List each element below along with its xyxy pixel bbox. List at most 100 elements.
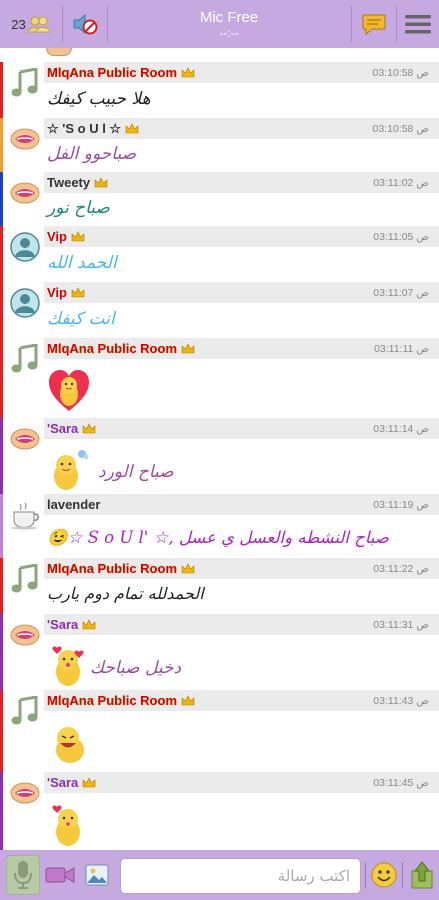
crown-icon: [82, 777, 96, 788]
message-row[interactable]: MlqAna Public Room 03:11:11 ص: [0, 338, 439, 418]
online-users-button[interactable]: 23: [0, 0, 62, 48]
video-camera-button[interactable]: [42, 850, 78, 900]
speaker-muted-icon: [73, 14, 98, 35]
mic-status: Mic Free --:--: [108, 0, 350, 48]
message-input-box[interactable]: [120, 858, 361, 894]
message-time: 03:11:11 ص: [374, 343, 429, 355]
users-icon: [27, 16, 51, 33]
lips-avatar: [10, 128, 40, 150]
crown-icon: [181, 343, 195, 354]
crown-icon: [181, 67, 195, 78]
sender-name[interactable]: ☆ 'S o U l ☆: [47, 121, 139, 136]
message-text: الحمدلله تمام دوم يارب: [47, 584, 204, 603]
microphone-icon: [14, 861, 32, 889]
crown-icon: [82, 619, 96, 630]
message-row[interactable]: MlqAna Public Room 03:11:22 ص الحمدلله ت…: [0, 558, 439, 614]
mic-status-title: Mic Free: [199, 8, 259, 26]
top-bar: 23 Mic Free --:--: [0, 0, 439, 48]
message-list[interactable]: MlqAna Public Room 03:10:58 ص هلا حبيب ك…: [0, 48, 439, 850]
heart-hug-sticker: [49, 370, 89, 411]
sender-name[interactable]: MlqAna Public Room: [47, 341, 195, 356]
message-time: 03:10:58 ص: [372, 123, 430, 135]
lips-avatar: [10, 182, 40, 204]
message-text: صباحوو الفل: [47, 144, 137, 164]
message-row[interactable]: lavender 03:11:19 ص صباح النشطه والعسل ي…: [0, 494, 439, 558]
video-camera-icon: [45, 867, 75, 883]
message-row[interactable]: MlqAna Public Room 03:11:43 ص: [0, 690, 439, 772]
message-row[interactable]: MlqAna Public Room 03:10:58 ص هلا حبيب ك…: [0, 62, 439, 118]
message-time: 03:11:43 ص: [373, 695, 429, 707]
sender-name[interactable]: Vip: [47, 285, 85, 300]
message-input[interactable]: [121, 859, 360, 893]
message-text: الحمد الله: [47, 253, 117, 273]
message-time: 03:11:45 ص: [373, 777, 429, 789]
image-button[interactable]: [80, 850, 114, 900]
lips-avatar: [10, 782, 40, 804]
message-text: هلا حبيب كيفك: [47, 89, 151, 109]
message-text: صباح النشطه والعسل ي عسل ,☆ 'S o U l ☆😉: [47, 528, 389, 547]
message-time: 03:11:22 ص: [373, 563, 429, 575]
sender-name[interactable]: Tweety: [47, 175, 108, 190]
message-time: 03:10:58 ص: [372, 67, 430, 79]
music-note-avatar: [11, 696, 38, 725]
crown-icon: [71, 287, 85, 298]
message-text: صباح نور: [47, 198, 110, 218]
crown-icon: [181, 563, 195, 574]
message-text: انت كيفك: [47, 309, 115, 329]
lips-avatar: [10, 624, 40, 646]
kiss-hearts-sticker: [52, 646, 84, 686]
mic-button[interactable]: [3, 850, 43, 900]
hamburger-menu-icon: [405, 15, 431, 34]
message-row[interactable]: 'Sara 03:11:14 ص صباح الورد: [0, 418, 439, 494]
message-text: صباح الورد: [98, 462, 174, 482]
speaker-mute-button[interactable]: [63, 0, 107, 48]
crown-icon: [181, 695, 195, 706]
emoji-button[interactable]: [368, 850, 400, 900]
sender-name[interactable]: Vip: [47, 229, 85, 244]
crown-icon: [125, 123, 139, 134]
crown-icon: [71, 231, 85, 242]
sender-name[interactable]: 'Sara: [47, 775, 96, 790]
message-time: 03:11:31 ص: [373, 619, 429, 631]
music-note-avatar: [11, 68, 38, 97]
smiley-icon: [371, 862, 397, 888]
message-row[interactable]: 'Sara 03:11:45 ص: [0, 772, 439, 850]
message-time: 03:11:02 ص: [373, 177, 429, 189]
message-time: 03:11:07 ص: [373, 287, 429, 299]
image-icon: [85, 864, 109, 886]
sender-name[interactable]: MlqAna Public Room: [47, 561, 195, 576]
laughing-duck-sticker: [56, 727, 84, 763]
mic-status-timer: --:--: [219, 25, 239, 40]
private-messages-button[interactable]: [352, 0, 396, 48]
message-time: 03:11:19 ص: [373, 499, 429, 511]
previous-message-avatar-edge: [46, 48, 72, 56]
sender-name[interactable]: lavender: [47, 497, 100, 512]
message-row[interactable]: Vip 03:11:07 ص انت كيفك: [0, 282, 439, 338]
message-text: دخيل صباحك: [90, 658, 182, 678]
sender-name[interactable]: MlqAna Public Room: [47, 693, 195, 708]
composer-bar: [0, 850, 439, 900]
blowing-kiss-sticker: [52, 805, 80, 846]
message-time: 03:11:14 ص: [373, 423, 429, 435]
user-count: 23: [11, 16, 26, 32]
crown-icon: [94, 177, 108, 188]
message-row[interactable]: Vip 03:11:05 ص الحمد الله: [0, 226, 439, 282]
music-note-avatar: [11, 344, 38, 373]
menu-button[interactable]: [397, 0, 439, 48]
crown-icon: [82, 423, 96, 434]
message-row[interactable]: ☆ 'S o U l ☆ 03:10:58 ص صباحوو الفل: [0, 118, 439, 172]
message-row[interactable]: Tweety 03:11:02 ص صباح نور: [0, 172, 439, 226]
sender-name[interactable]: MlqAna Public Room: [47, 65, 195, 80]
lips-avatar: [10, 428, 40, 450]
chat-bubble-icon: [362, 14, 386, 36]
send-icon: [411, 861, 433, 889]
user-avatar: [10, 288, 40, 318]
coffee-cup-avatar: [11, 502, 39, 530]
send-button[interactable]: [405, 850, 439, 900]
sender-name[interactable]: 'Sara: [47, 421, 96, 436]
message-time: 03:11:05 ص: [373, 231, 429, 243]
sender-name[interactable]: 'Sara: [47, 617, 96, 632]
user-avatar: [10, 232, 40, 262]
flower-duck-sticker: [54, 450, 89, 490]
message-row[interactable]: 'Sara 03:11:31 ص دخيل صباحك: [0, 614, 439, 690]
